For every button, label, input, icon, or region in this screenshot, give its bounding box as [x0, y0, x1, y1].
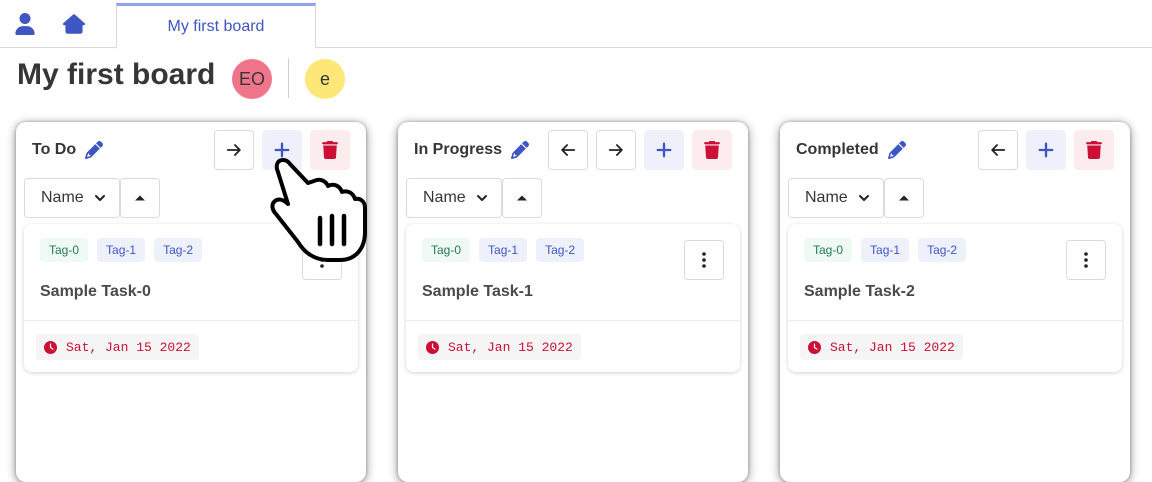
- task-name: Sample Task-0: [40, 283, 151, 300]
- avatar-e[interactable]: e: [305, 59, 345, 99]
- due-date-badge: Sat, Jan 15 2022: [800, 334, 963, 360]
- column-title: In Progress: [414, 141, 530, 159]
- divider: [406, 320, 740, 321]
- add-task-button[interactable]: [644, 130, 684, 170]
- delete-column-button[interactable]: [692, 130, 732, 170]
- trash-icon: [704, 141, 720, 159]
- task-card[interactable]: Tag-0 Tag-1 Tag-2 Sample Task-2 Sat, Jan…: [788, 224, 1122, 372]
- user-icon[interactable]: [13, 12, 37, 36]
- due-date-text: Sat, Jan 15 2022: [448, 339, 573, 355]
- avatar-eo[interactable]: EO: [232, 59, 272, 99]
- tag[interactable]: Tag-0: [422, 238, 471, 262]
- arrow-right-icon: [226, 144, 241, 156]
- kebab-icon: [1084, 252, 1088, 268]
- divider: [788, 320, 1122, 321]
- add-task-button[interactable]: [1026, 130, 1066, 170]
- sort-direction-button[interactable]: [502, 178, 542, 218]
- column-completed: Completed Name Tag-0 Tag-1 Tag-2 Sample …: [780, 122, 1130, 482]
- sort-field-value: Name: [41, 189, 84, 206]
- tag[interactable]: Tag-0: [40, 238, 89, 262]
- move-left-button[interactable]: [548, 130, 588, 170]
- divider: [24, 320, 358, 321]
- arrow-left-icon: [561, 144, 576, 156]
- pencil-icon[interactable]: [511, 141, 530, 159]
- tag-list: Tag-0 Tag-1 Tag-2: [40, 238, 203, 262]
- task-menu-button[interactable]: [1066, 240, 1106, 280]
- trash-icon: [1086, 141, 1102, 159]
- tab-my-first-board[interactable]: My first board: [116, 3, 316, 49]
- home-icon[interactable]: [62, 12, 86, 36]
- kebab-icon: [702, 252, 706, 268]
- tag[interactable]: Tag-2: [536, 238, 585, 262]
- kebab-icon: [320, 252, 324, 268]
- task-name: Sample Task-1: [422, 283, 533, 300]
- clock-icon: [426, 340, 439, 354]
- due-date-badge: Sat, Jan 15 2022: [418, 334, 581, 360]
- delete-column-button[interactable]: [310, 130, 350, 170]
- divider: [288, 58, 289, 98]
- column-to-do: To Do Name Tag-0 Tag-1 Tag-2 Sample Task…: [16, 122, 366, 482]
- tag[interactable]: Tag-2: [918, 238, 967, 262]
- delete-column-button[interactable]: [1074, 130, 1114, 170]
- tag[interactable]: Tag-1: [861, 238, 910, 262]
- task-menu-button[interactable]: [684, 240, 724, 280]
- move-right-button[interactable]: [596, 130, 636, 170]
- tag-list: Tag-0 Tag-1 Tag-2: [804, 238, 967, 262]
- tag[interactable]: Tag-0: [804, 238, 853, 262]
- plus-icon: [656, 142, 672, 158]
- tag[interactable]: Tag-2: [154, 238, 203, 262]
- column-in-progress: In Progress Name Tag-0 Tag-1 Tag-2 Sampl…: [398, 122, 748, 482]
- column-title-text: Completed: [796, 141, 879, 158]
- caret-up-icon: [517, 195, 527, 201]
- due-date-text: Sat, Jan 15 2022: [830, 339, 955, 355]
- caret-up-icon: [135, 195, 145, 201]
- tag-list: Tag-0 Tag-1 Tag-2: [422, 238, 585, 262]
- task-name: Sample Task-2: [804, 283, 915, 300]
- sort-field-value: Name: [423, 189, 466, 206]
- chevron-down-icon: [859, 195, 869, 201]
- column-title-text: To Do: [32, 141, 77, 158]
- sort-direction-button[interactable]: [120, 178, 160, 218]
- tag[interactable]: Tag-1: [97, 238, 146, 262]
- sort-field-select[interactable]: Name: [788, 178, 884, 218]
- trash-icon: [322, 141, 338, 159]
- due-date-badge: Sat, Jan 15 2022: [36, 334, 199, 360]
- page-title: My first board: [17, 58, 216, 91]
- caret-up-icon: [899, 195, 909, 201]
- pencil-icon[interactable]: [85, 141, 104, 159]
- sort-field-select[interactable]: Name: [24, 178, 120, 218]
- tag[interactable]: Tag-1: [479, 238, 528, 262]
- add-task-button[interactable]: [262, 130, 302, 170]
- top-nav: My first board: [0, 0, 1152, 49]
- arrow-left-icon: [991, 144, 1006, 156]
- clock-icon: [808, 340, 821, 354]
- pencil-icon[interactable]: [887, 141, 906, 159]
- chevron-down-icon: [477, 195, 487, 201]
- task-card[interactable]: Tag-0 Tag-1 Tag-2 Sample Task-1 Sat, Jan…: [406, 224, 740, 372]
- arrow-right-icon: [608, 144, 623, 156]
- column-title-text: In Progress: [414, 141, 503, 158]
- due-date-text: Sat, Jan 15 2022: [66, 339, 191, 355]
- task-menu-button[interactable]: [302, 240, 342, 280]
- chevron-down-icon: [95, 195, 105, 201]
- column-title: Completed: [796, 141, 906, 159]
- plus-icon: [1038, 142, 1054, 158]
- sort-field-select[interactable]: Name: [406, 178, 502, 218]
- task-card[interactable]: Tag-0 Tag-1 Tag-2 Sample Task-0 Sat, Jan…: [24, 224, 358, 372]
- sort-direction-button[interactable]: [884, 178, 924, 218]
- clock-icon: [44, 340, 57, 354]
- move-right-button[interactable]: [214, 130, 254, 170]
- sort-field-value: Name: [805, 189, 848, 206]
- move-left-button[interactable]: [978, 130, 1018, 170]
- plus-icon: [274, 142, 290, 158]
- column-title: To Do: [32, 141, 104, 159]
